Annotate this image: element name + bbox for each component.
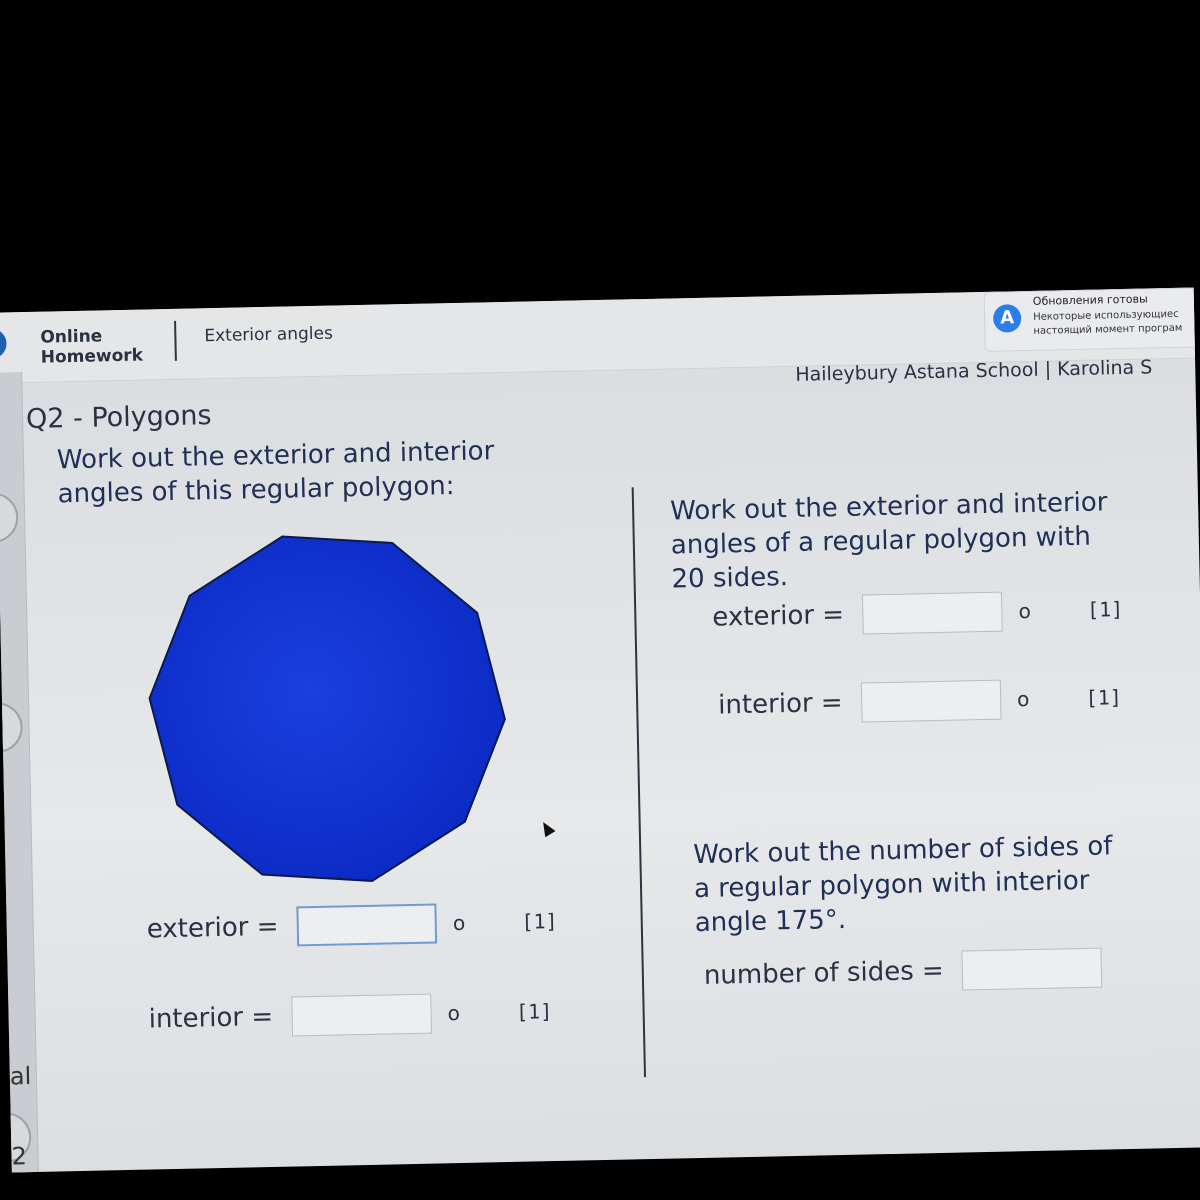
sidebar-text: al <box>9 1062 32 1091</box>
marks-label: [1] <box>1086 597 1124 622</box>
left-sidebar: al 2 <box>0 372 40 1173</box>
sidebar-circle-icon[interactable] <box>0 492 19 544</box>
left-interior-input[interactable] <box>290 993 432 1037</box>
sides-label: number of sides = <box>703 955 945 991</box>
screen: Online Homework Exterior angles A Обновл… <box>0 287 1200 1173</box>
degree-symbol: o <box>1016 687 1030 712</box>
left-exterior-row: exterior = o [1] <box>146 901 558 950</box>
exterior-label: exterior = <box>712 599 845 633</box>
left-exterior-input[interactable] <box>296 903 438 947</box>
brand[interactable]: Online Homework <box>40 326 144 368</box>
sidebar-text: 2 <box>11 1142 28 1171</box>
exterior-label: exterior = <box>146 911 279 945</box>
marks-label: [1] <box>1085 685 1123 710</box>
right-exterior-input[interactable] <box>861 591 1003 635</box>
brand-line1: Online <box>40 326 103 348</box>
sides-input[interactable] <box>961 947 1103 991</box>
right-interior-input[interactable] <box>860 679 1002 723</box>
sidebar-circle-icon[interactable] <box>0 702 24 754</box>
degree-symbol: o <box>1018 598 1032 624</box>
interior-label: interior = <box>717 687 843 721</box>
notification-title: Обновления готовы <box>1032 292 1148 308</box>
interior-label: interior = <box>148 1001 274 1035</box>
marks-label: [1] <box>515 999 553 1024</box>
right-prompt-a: Work out the exterior and interior angle… <box>670 485 1109 596</box>
right-prompt-b: Work out the number of sides of a regula… <box>693 829 1114 940</box>
header-divider <box>174 320 177 361</box>
logo-icon <box>0 328 7 359</box>
app-store-icon: A <box>992 304 1022 333</box>
decagon-svg <box>148 535 506 882</box>
notification-body: Некоторые использующиес настоящий момент… <box>1033 308 1182 339</box>
question-title: Q2 - Polygons <box>25 400 212 435</box>
mouse-cursor-icon <box>538 819 556 838</box>
update-notification[interactable]: A Обновления готовы Некоторые использующ… <box>983 287 1200 352</box>
degree-symbol: o <box>447 1001 461 1026</box>
sides-row: number of sides = <box>703 947 1103 996</box>
notification-line2: настоящий момент програм <box>1033 322 1183 337</box>
right-exterior-row: exterior = o [1] <box>712 589 1124 638</box>
regular-polygon <box>148 535 506 882</box>
polygon-figure <box>138 520 516 898</box>
brand-line2: Homework <box>40 345 144 368</box>
right-interior-row: interior = o [1] <box>718 677 1122 725</box>
column-divider <box>631 487 647 1078</box>
section-title: Exterior angles <box>204 323 334 347</box>
degree-symbol: o <box>452 910 466 936</box>
left-interior-row: interior = o [1] <box>148 991 552 1039</box>
marks-label: [1] <box>521 908 558 934</box>
left-prompt: Work out the exterior and interior angle… <box>57 434 496 511</box>
